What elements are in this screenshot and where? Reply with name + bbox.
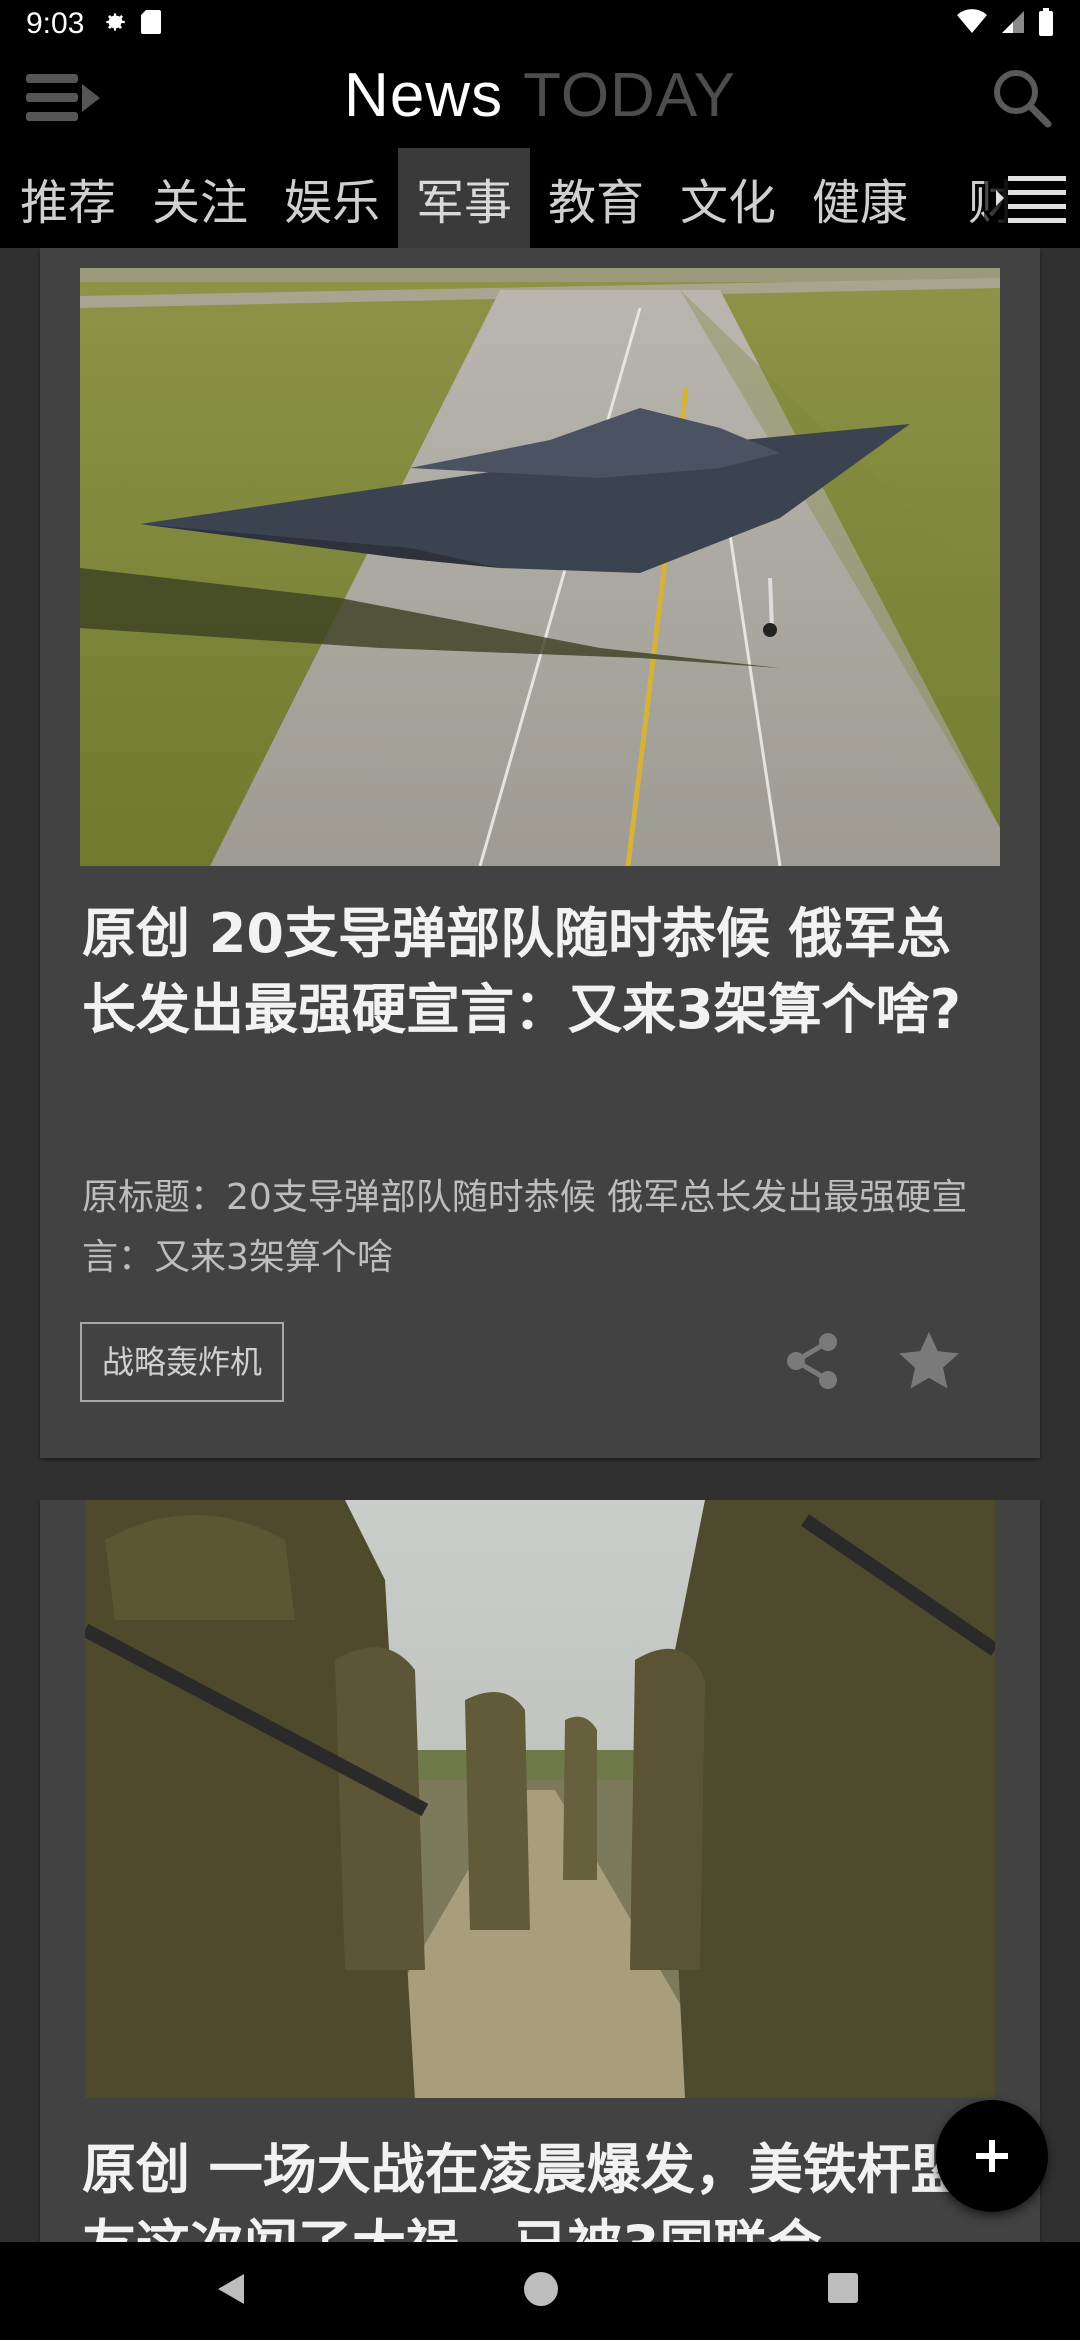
article-tag[interactable]: 战略轰炸机 [80, 1322, 285, 1402]
tab-recommend[interactable]: 推荐 [2, 148, 134, 248]
tab-culture[interactable]: 文化 [662, 148, 794, 248]
tab-education[interactable]: 教育 [530, 148, 662, 248]
add-button[interactable] [936, 2100, 1048, 2212]
recents-icon[interactable] [828, 2273, 858, 2303]
status-time: 9:03 [26, 7, 85, 40]
plus-icon [976, 2140, 1008, 2172]
article-summary: 原标题：20支导弹部队随时恭候 俄军总长发出最强硬宣言：又来3架算个啥 [82, 1177, 968, 1278]
sd-card-icon [140, 9, 162, 39]
share-icon[interactable] [780, 1328, 846, 1394]
article-card[interactable]: 原创 一场大战在凌晨爆发，美铁杆盟友这次闯了大祸，已被3国联合 [40, 1500, 1040, 2242]
article-image-soldiers[interactable] [85, 1500, 995, 2098]
signal-icon [1000, 9, 1026, 39]
brand-today: TODAY [523, 61, 736, 130]
system-nav-bar [0, 2242, 1080, 2340]
article-title[interactable]: 原创 20支导弹部队随时恭候 俄军总长发出最强硬宣言：又来3架算个啥? [82, 896, 1000, 1048]
back-icon[interactable] [216, 2272, 246, 2310]
battery-icon [1038, 8, 1054, 40]
tab-follow[interactable]: 关注 [134, 148, 266, 248]
article-title[interactable]: 原创 一场大战在凌晨爆发，美铁杆盟友这次闯了大祸，已被3国联合 [82, 2132, 1000, 2242]
brand-news: News [344, 61, 504, 130]
wifi-icon [956, 9, 988, 39]
hamburger-icon[interactable] [984, 148, 1080, 248]
status-bar: 9:03 [0, 0, 1080, 48]
gear-icon [102, 9, 128, 39]
article-card[interactable]: 原创 20支导弹部队随时恭候 俄军总长发出最强硬宣言：又来3架算个啥? 原标题：… [40, 248, 1040, 1458]
tab-health[interactable]: 健康 [794, 148, 926, 248]
news-feed[interactable]: 原创 20支导弹部队随时恭候 俄军总长发出最强硬宣言：又来3架算个啥? 原标题：… [0, 248, 1080, 2242]
tab-entertainment[interactable]: 娱乐 [266, 148, 398, 248]
app-logo: News TODAY [0, 60, 1080, 131]
home-icon[interactable] [524, 2272, 558, 2306]
star-icon[interactable] [894, 1326, 964, 1396]
article-image-bomber[interactable] [80, 268, 1000, 866]
app-bar: News TODAY [0, 48, 1080, 148]
category-tabs: 推荐 关注 娱乐 军事 教育 文化 健康 财 [0, 148, 1080, 248]
tab-military[interactable]: 军事 [398, 148, 530, 248]
search-icon[interactable] [990, 66, 1054, 130]
